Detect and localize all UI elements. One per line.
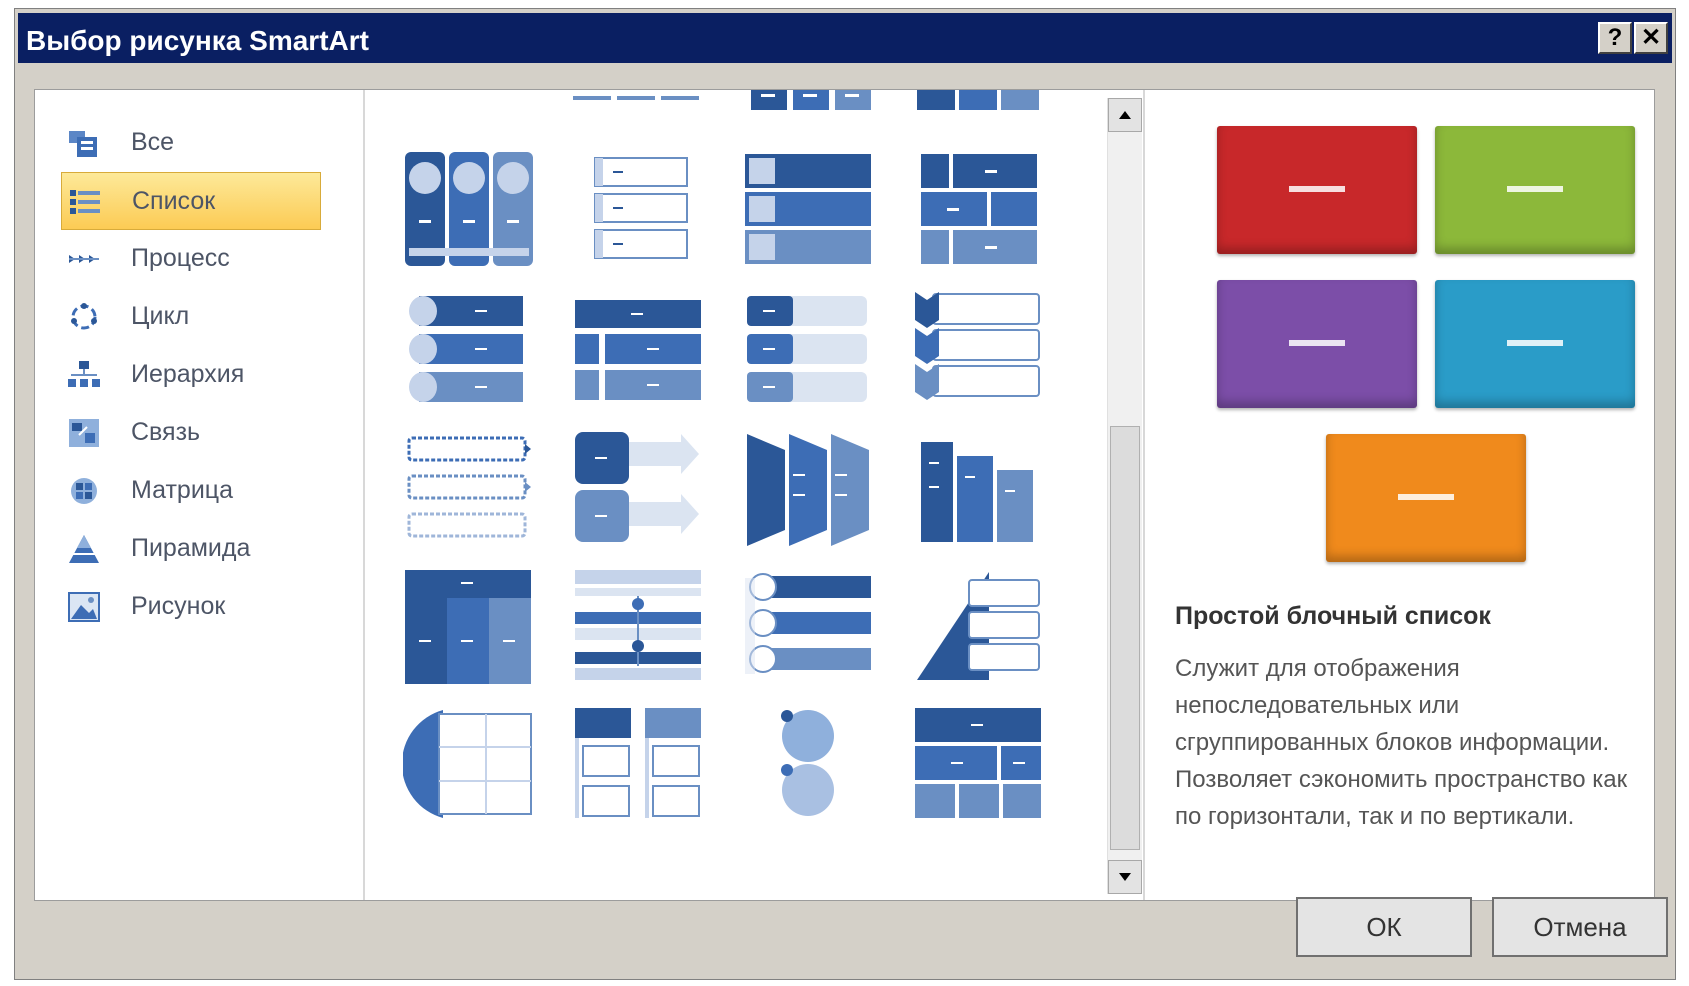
category-list-item[interactable]: Список	[61, 172, 321, 230]
category-process[interactable]: Процесс	[61, 230, 321, 288]
category-label: Иерархия	[131, 360, 245, 388]
layout-thumbnail[interactable]	[743, 290, 873, 410]
layout-thumbnail[interactable]	[403, 568, 533, 688]
scroll-thumb[interactable]	[1110, 426, 1140, 850]
layout-thumbnail[interactable]	[913, 150, 1043, 270]
pyramid-icon	[69, 535, 99, 563]
category-label: Все	[131, 128, 175, 156]
preview-block-green	[1435, 126, 1635, 254]
scroll-up-button[interactable]	[1108, 98, 1142, 132]
category-label: Цикл	[131, 302, 190, 330]
category-all[interactable]: Все	[61, 114, 321, 172]
category-label: Связь	[131, 418, 201, 446]
layout-thumbnail[interactable]	[403, 290, 533, 410]
layout-thumbnail[interactable]	[573, 430, 703, 550]
relationship-icon	[69, 419, 99, 447]
preview-block-purple	[1217, 280, 1417, 408]
category-label: Процесс	[131, 244, 230, 272]
preview-block-blue	[1435, 280, 1635, 408]
layout-thumbnail[interactable]	[403, 150, 533, 270]
layout-thumbnail[interactable]	[913, 568, 1043, 688]
scroll-down-button[interactable]	[1108, 860, 1142, 894]
category-picture[interactable]: Рисунок	[61, 578, 321, 636]
dialog-title: Выбор рисунка SmartArt	[26, 25, 369, 56]
layout-thumbnail[interactable]	[573, 568, 703, 688]
layout-thumbnail[interactable]	[573, 150, 703, 270]
smartart-dialog: Выбор рисунка SmartArt ? ✕ Все Список Пр…	[14, 8, 1676, 980]
category-label: Рисунок	[131, 592, 226, 620]
layout-thumbnail[interactable]	[913, 706, 1043, 826]
layout-thumbnail[interactable]	[743, 706, 873, 826]
ok-button[interactable]: ОК	[1296, 897, 1472, 957]
layout-thumbnail[interactable]	[743, 430, 873, 550]
category-hierarchy[interactable]: Иерархия	[61, 346, 321, 404]
arrow-down-icon	[1119, 873, 1131, 881]
layout-description: Служит для отображения непоследовательны…	[1175, 655, 1628, 830]
gallery-scrollbar[interactable]	[1107, 98, 1142, 894]
category-pyramid[interactable]: Пирамида	[61, 520, 321, 578]
list-icon	[70, 190, 100, 214]
hierarchy-icon	[68, 361, 100, 387]
category-label: Пирамида	[131, 534, 251, 562]
category-cycle[interactable]: Цикл	[61, 288, 321, 346]
layout-thumbnail[interactable]	[913, 430, 1043, 550]
arrow-up-icon	[1119, 111, 1131, 119]
category-matrix[interactable]: Матрица	[61, 462, 321, 520]
layout-thumbnail[interactable]	[913, 290, 1043, 410]
layout-thumbnail[interactable]	[743, 568, 873, 688]
layout-thumbnail[interactable]	[403, 90, 533, 110]
layout-thumbnail[interactable]	[573, 90, 703, 110]
picture-icon	[68, 592, 100, 622]
layout-gallery	[365, 90, 1105, 900]
preview-block-red	[1217, 126, 1417, 254]
layout-thumbnail[interactable]	[743, 150, 873, 270]
layout-thumbnail[interactable]	[913, 90, 1043, 110]
layout-thumbnail[interactable]	[403, 706, 533, 826]
cycle-icon	[71, 303, 97, 330]
all-layouts-icon	[69, 131, 97, 157]
category-label: Список	[132, 187, 216, 215]
help-button[interactable]: ?	[1598, 22, 1632, 54]
preview-pane: Простой блочный список Служит для отобра…	[1143, 90, 1654, 900]
category-list: Все Список Процесс Цикл Иерархия Связь М…	[35, 90, 365, 900]
cancel-button[interactable]: Отмена	[1492, 897, 1668, 957]
layout-thumbnail[interactable]	[573, 706, 703, 826]
category-relationship[interactable]: Связь	[61, 404, 321, 462]
preview-block-orange	[1326, 434, 1526, 562]
layout-thumbnail[interactable]	[743, 90, 873, 110]
content-area: Все Список Процесс Цикл Иерархия Связь М…	[34, 89, 1655, 901]
layout-thumbnail[interactable]	[573, 290, 703, 410]
matrix-icon	[71, 478, 97, 504]
title-bar[interactable]: Выбор рисунка SmartArt ? ✕	[18, 13, 1672, 63]
process-icon	[69, 255, 99, 263]
layout-title: Простой блочный список	[1175, 602, 1491, 630]
layout-thumbnail[interactable]	[403, 430, 533, 550]
category-label: Матрица	[131, 476, 234, 504]
close-button[interactable]: ✕	[1634, 22, 1668, 54]
